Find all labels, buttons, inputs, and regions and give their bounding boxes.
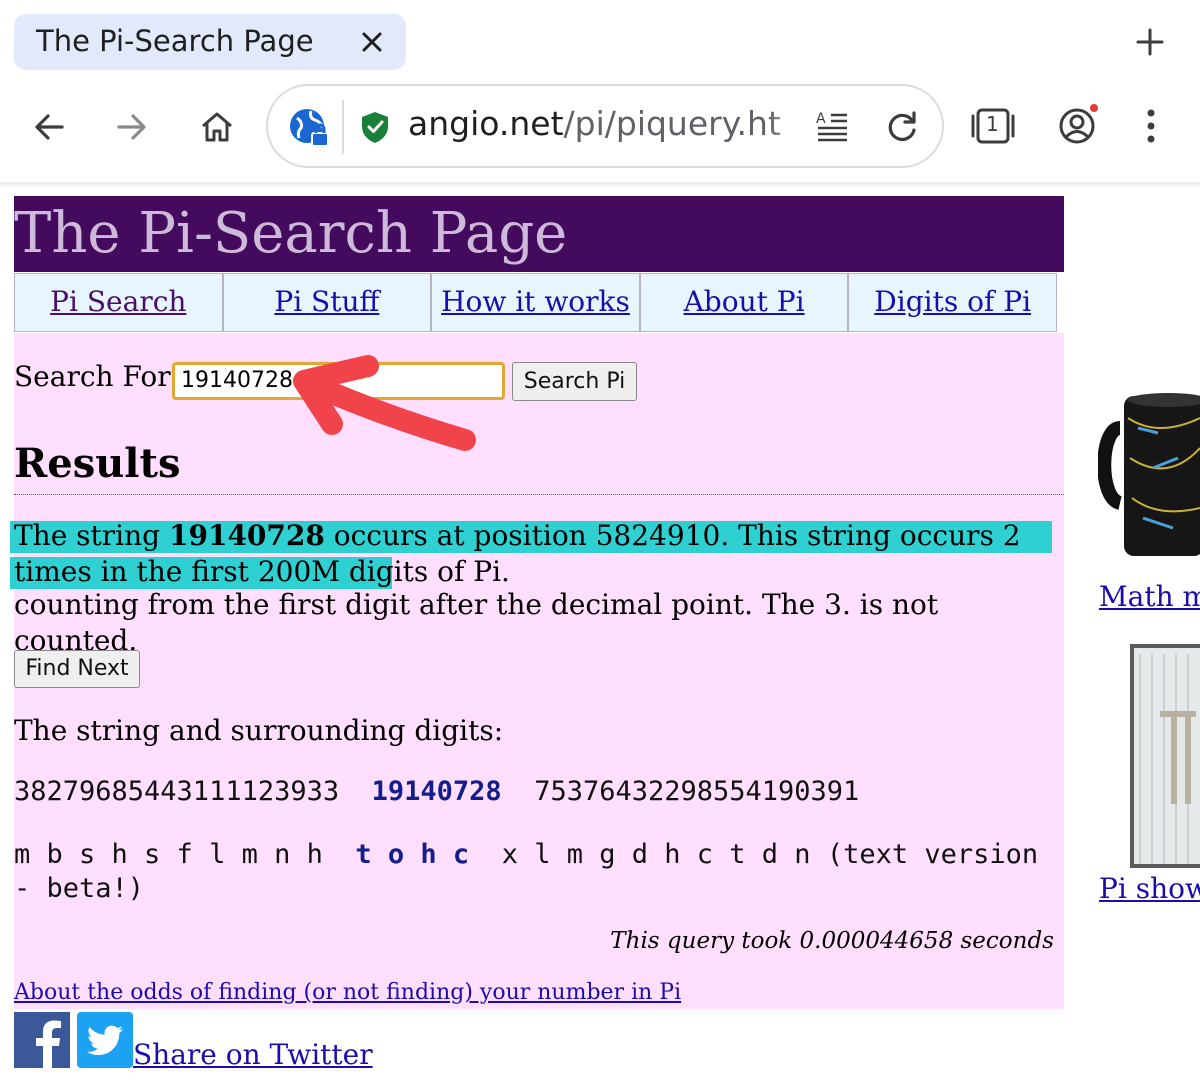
- tab-switcher-icon[interactable]: 1: [970, 106, 1016, 146]
- nav-link-pi-search[interactable]: Pi Search: [50, 285, 186, 318]
- digits-before: 38279685443111123933: [14, 776, 340, 807]
- nav-item-about-pi: About Pi: [639, 273, 849, 332]
- digits-after: 75376432298554190391: [534, 776, 860, 807]
- nav-item-pi-search: Pi Search: [14, 273, 223, 332]
- result-string: 19140728: [169, 519, 325, 552]
- page-title: The Pi-Search Page: [14, 201, 568, 266]
- share-twitter-link[interactable]: Share on Twitter: [133, 1038, 373, 1071]
- url-path: /pi/piquery.ht: [563, 104, 781, 143]
- url-fade: [770, 100, 806, 154]
- surrounding-letters: m b s h s f l m n h t o h c x l m g d h …: [14, 838, 1059, 906]
- results-heading: Results: [14, 440, 181, 487]
- back-icon[interactable]: [32, 110, 66, 144]
- letters-before: m b s h s f l m n h: [14, 839, 323, 870]
- find-next-button[interactable]: Find Next: [14, 650, 140, 688]
- surrounding-digits: 38279685443111123933 19140728 7537643229…: [14, 776, 859, 807]
- nav-item-pi-stuff: Pi Stuff: [222, 273, 432, 332]
- annotation-arrow-icon: [293, 355, 476, 451]
- address-bar-divider: [342, 100, 344, 154]
- nav-item-how-it-works: How it works: [431, 273, 640, 332]
- new-tab-icon[interactable]: [1134, 26, 1166, 58]
- reload-icon[interactable]: [884, 108, 920, 144]
- sidebar-link-math[interactable]: Math m: [1099, 580, 1200, 613]
- search-label: Search For:: [14, 360, 181, 393]
- close-icon[interactable]: [357, 27, 387, 57]
- odds-link[interactable]: About the odds of finding (or not findin…: [14, 980, 681, 1005]
- url-text[interactable]: angio.net/pi/piquery.ht: [408, 104, 803, 150]
- result-note: counting from the first digit after the …: [14, 588, 939, 657]
- results-divider: [14, 494, 1064, 495]
- nav-link-how-it-works[interactable]: How it works: [441, 285, 630, 318]
- letters-hit: t o h c: [355, 839, 470, 870]
- home-icon[interactable]: [198, 108, 236, 146]
- reader-mode-icon[interactable]: A: [815, 110, 849, 142]
- math-mug-image[interactable]: [1098, 388, 1200, 560]
- results-panel: [14, 333, 1064, 1009]
- pi-shower-curtain-image[interactable]: [1130, 644, 1200, 868]
- search-pi-button[interactable]: Search Pi: [512, 362, 637, 401]
- nav-link-pi-stuff[interactable]: Pi Stuff: [274, 285, 379, 318]
- shield-check-icon[interactable]: [360, 110, 390, 144]
- tab-title: The Pi-Search Page: [36, 24, 314, 58]
- svg-text:A: A: [816, 111, 826, 127]
- nav-item-digits-of-pi: Digits of Pi: [848, 273, 1057, 332]
- result-prefix: The string: [14, 519, 169, 552]
- account-icon[interactable]: [1057, 104, 1101, 148]
- tab-strip: The Pi-Search Page: [0, 0, 1200, 82]
- result-summary: The string 19140728 occurs at position 5…: [14, 518, 1054, 590]
- nav-link-about-pi[interactable]: About Pi: [684, 285, 805, 318]
- facebook-icon[interactable]: [14, 1012, 70, 1068]
- surrounding-label: The string and surrounding digits:: [14, 714, 504, 747]
- digits-hit: 19140728: [371, 776, 502, 807]
- letters-after: x l m g d h c t d n: [501, 839, 811, 870]
- nav-bar: Pi Search Pi Stuff How it works About Pi…: [14, 273, 1057, 332]
- site-globe-lock-icon[interactable]: [287, 106, 331, 150]
- forward-icon[interactable]: [115, 110, 149, 144]
- sidebar-link-pi-shower[interactable]: Pi show: [1099, 872, 1200, 905]
- browser-tab[interactable]: The Pi-Search Page: [14, 14, 406, 70]
- query-timing: This query took 0.000044658 seconds: [610, 928, 1054, 954]
- tab-count: 1: [986, 112, 999, 136]
- page-banner: The Pi-Search Page: [14, 196, 1064, 272]
- twitter-icon[interactable]: [77, 1012, 133, 1068]
- toolbar-shadow: [0, 182, 1200, 188]
- nav-link-digits-of-pi[interactable]: Digits of Pi: [874, 285, 1031, 318]
- more-menu-icon[interactable]: [1140, 108, 1162, 144]
- url-host: angio.net: [408, 104, 564, 143]
